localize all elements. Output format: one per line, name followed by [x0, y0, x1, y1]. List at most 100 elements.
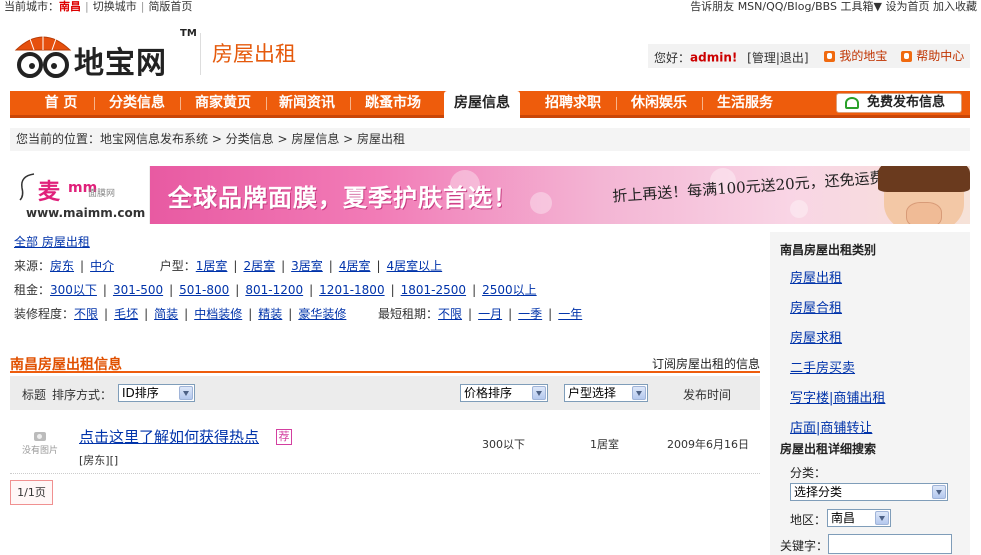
- sidebar-item-office[interactable]: 写字楼|商铺出租: [790, 387, 885, 406]
- main-nav: 首 页 分类信息 商家黄页 新闻资讯 跳蚤市场 房屋信息 招聘求职 休闲娱乐 生…: [10, 91, 970, 118]
- no-image-placeholder: 没有图片: [20, 432, 60, 460]
- filter-deco-fine[interactable]: 精装: [258, 307, 282, 321]
- chevron-down-icon: [632, 386, 646, 400]
- price-sort-select[interactable]: 价格排序: [460, 384, 548, 402]
- nav-item-classifieds[interactable]: 分类信息: [102, 91, 172, 115]
- type-select-value: 户型选择: [568, 386, 617, 400]
- id-sort-value: ID排序: [122, 386, 159, 400]
- manage-logout-link[interactable]: [管理|退出]: [747, 51, 808, 65]
- filter-type-4plus[interactable]: 4居室以上: [387, 259, 443, 273]
- category-label: 分类：: [790, 466, 827, 480]
- table-row: 没有图片 点击这里了解如何获得热点 荐 [房东][] 300以下 1居室 200…: [10, 418, 760, 474]
- sidebar-item-rent[interactable]: 房屋出租: [790, 267, 842, 286]
- filter-rent-3[interactable]: 801-1200: [245, 283, 303, 297]
- switch-city-link[interactable]: 切换城市: [93, 0, 137, 13]
- top-bar-left: 当前城市：南昌 | 切换城市 | 简版首页: [4, 0, 193, 13]
- sidebar-item-shop-transfer[interactable]: 店面|商铺转让: [790, 417, 872, 436]
- nav-item-housing[interactable]: 房屋信息: [444, 91, 520, 118]
- tell-friends-link[interactable]: 告诉朋友: [690, 0, 734, 13]
- filter-rent-4[interactable]: 1201-1800: [319, 283, 384, 297]
- top-bar-right: 告诉朋友 MSN/QQ/Blog/BBS 工具箱▼ 设为首页 加入收藏: [690, 0, 977, 13]
- area-select[interactable]: 南昌: [827, 509, 891, 527]
- area-label: 地区：: [790, 513, 827, 527]
- free-publish-button[interactable]: 免费发布信息: [836, 93, 962, 113]
- pagination[interactable]: 1/1页: [10, 480, 53, 505]
- area-select-value: 南昌: [831, 511, 856, 525]
- maimm-url: www.maimm.com: [26, 206, 146, 220]
- nav-item-home[interactable]: 首 页: [32, 91, 90, 115]
- maimm-brand-mai: 麦: [38, 180, 61, 205]
- camera-icon: [34, 432, 46, 441]
- category-select-value: 选择分类: [794, 485, 843, 499]
- simple-version-link[interactable]: 简版首页: [148, 0, 192, 13]
- my-dibao-link[interactable]: 我的地宝: [824, 44, 887, 68]
- chevron-down-icon: [532, 386, 546, 400]
- top-bar: 当前城市：南昌 | 切换城市 | 简版首页 告诉朋友 MSN/QQ/Blog/BBS 工…: [0, 0, 981, 14]
- site-logo[interactable]: 地宝网 TM: [12, 28, 197, 82]
- filter-type-4[interactable]: 4居室: [339, 259, 371, 273]
- nav-item-leisure[interactable]: 休闲娱乐: [624, 91, 694, 115]
- filter-term-month[interactable]: 一月: [478, 307, 502, 321]
- share-link[interactable]: MSN/QQ/Blog/BBS: [738, 0, 837, 13]
- filter-type-1[interactable]: 1居室: [196, 259, 228, 273]
- header-divider: [200, 33, 201, 75]
- category-select[interactable]: 选择分类: [790, 483, 948, 501]
- banner-slogan: 全球品牌面膜，夏季护肤首选！: [168, 184, 518, 212]
- type-select[interactable]: 户型选择: [564, 384, 648, 402]
- ad-banner[interactable]: 麦 mm 面膜网 www.maimm.com 全球品牌面膜，夏季护肤首选！ 折上…: [10, 166, 970, 224]
- id-sort-select[interactable]: ID排序: [118, 384, 195, 402]
- filter-term-any[interactable]: 不限: [438, 307, 462, 321]
- user-icon: [824, 50, 836, 62]
- filter-deco-simple[interactable]: 简装: [154, 307, 178, 321]
- filter-rent-1[interactable]: 301-500: [113, 283, 163, 297]
- category-heading: 南昌房屋出租类别: [780, 243, 877, 257]
- sidebar-item-seek[interactable]: 房屋求租: [790, 327, 842, 346]
- nav-item-flea-market[interactable]: 跳蚤市场: [358, 91, 428, 115]
- chevron-down-icon: [875, 511, 889, 525]
- current-city-label: 当前城市：: [4, 0, 59, 13]
- filter-type-2[interactable]: 2居室: [243, 259, 275, 273]
- keyword-label: 关键字：: [780, 539, 829, 553]
- filter-type-3[interactable]: 3居室: [291, 259, 323, 273]
- sidebar-item-share[interactable]: 房屋合租: [790, 297, 842, 316]
- nav-item-jobs[interactable]: 招聘求职: [538, 91, 608, 115]
- toolbox-menu[interactable]: 工具箱▼: [841, 0, 882, 13]
- filter-rent-6[interactable]: 2500以上: [482, 283, 537, 297]
- decor-bubble: [790, 200, 808, 218]
- source-label: 来源：: [14, 259, 51, 273]
- breadcrumb: 您当前的位置：地宝网信息发布系统 > 分类信息 > 房屋信息 > 房屋出租: [10, 128, 970, 151]
- filter-rent-2[interactable]: 501-800: [179, 283, 229, 297]
- mascot-logo-icon: [14, 30, 72, 78]
- greeting: 您好：: [654, 50, 691, 65]
- filter-deco-luxury[interactable]: 豪华装修: [298, 307, 346, 321]
- help-center-link[interactable]: 帮助中心: [901, 44, 964, 68]
- subscribe-link[interactable]: 订阅房屋出租的信息: [652, 355, 760, 372]
- col-date-label: 发布时间: [683, 388, 732, 402]
- filter-deco-mid[interactable]: 中档装修: [194, 307, 242, 321]
- filter-source-landlord[interactable]: 房东: [50, 259, 74, 273]
- bookmark-link[interactable]: 加入收藏: [933, 0, 977, 13]
- search-heading: 房屋出租详细搜索: [780, 442, 877, 456]
- banner-main: 全球品牌面膜，夏季护肤首选！ 折上再送！每满100元送20元，还免运费: [150, 166, 970, 224]
- filter-deco-any[interactable]: 不限: [74, 307, 98, 321]
- nav-item-news[interactable]: 新闻资讯: [272, 91, 342, 115]
- decor-bubble: [530, 192, 552, 214]
- type-label: 户型：: [159, 259, 196, 273]
- filter-rent-0[interactable]: 300以下: [50, 283, 97, 297]
- chevron-down-icon: [179, 386, 193, 400]
- filter-deco-rough[interactable]: 毛坯: [114, 307, 138, 321]
- filter-rent-5[interactable]: 1801-2500: [401, 283, 466, 297]
- term-label: 最短租期：: [378, 307, 439, 321]
- filter-term-quarter[interactable]: 一季: [518, 307, 542, 321]
- nav-item-business-directory[interactable]: 商家黄页: [188, 91, 258, 115]
- listing-title-link[interactable]: 点击这里了解如何获得热点: [79, 426, 259, 447]
- sidebar-item-secondhand[interactable]: 二手房买卖: [790, 357, 855, 376]
- nav-item-life-services[interactable]: 生活服务: [710, 91, 780, 115]
- listing-price: 300以下: [482, 438, 525, 451]
- keyword-input[interactable]: [828, 534, 952, 554]
- maimm-logo: 麦 mm 面膜网 www.maimm.com: [10, 166, 150, 224]
- set-home-link[interactable]: 设为首页: [886, 0, 930, 13]
- filter-source-agent[interactable]: 中介: [90, 259, 114, 273]
- filter-term-year[interactable]: 一年: [558, 307, 582, 321]
- filter-all-link[interactable]: 全部 房屋出租: [14, 235, 90, 249]
